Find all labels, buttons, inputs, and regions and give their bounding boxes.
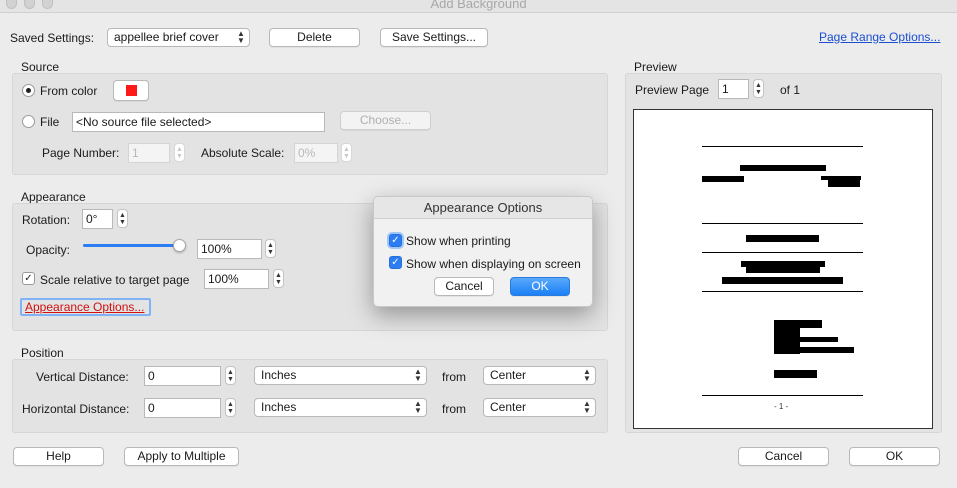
preview-page-canvas: - 1 - (633, 109, 933, 429)
help-button[interactable]: Help (13, 447, 104, 466)
chevron-updown-icon: ▲ ▼ (583, 367, 591, 383)
dialog-ok-button[interactable]: OK (510, 277, 570, 296)
position-section-label: Position (21, 346, 64, 360)
file-radio[interactable] (22, 115, 35, 128)
cancel-button[interactable]: Cancel (738, 447, 829, 466)
chevron-updown-icon: ▲ ▼ (237, 29, 245, 45)
save-settings-button[interactable]: Save Settings... (380, 28, 488, 47)
show-when-printing-label: Show when printing (406, 234, 511, 248)
ok-button[interactable]: OK (849, 447, 940, 466)
vertical-from-select[interactable]: Center ▲ ▼ (483, 366, 596, 385)
dialog-title: Appearance Options (374, 197, 592, 219)
apply-to-multiple-button[interactable]: Apply to Multiple (124, 447, 239, 466)
appearance-options-link[interactable]: Appearance Options... (25, 300, 144, 314)
title-bar: Add Background (0, 0, 957, 13)
delete-button[interactable]: Delete (269, 28, 360, 47)
rotation-field[interactable]: 0° (82, 209, 113, 229)
horizontal-from-value: Center (490, 400, 527, 414)
chevron-updown-icon: ▲ ▼ (583, 399, 591, 415)
chevron-updown-icon: ▲ ▼ (414, 367, 422, 383)
horizontal-unit-value: Inches (261, 400, 297, 414)
horizontal-distance-stepper-icon[interactable]: ▲ ▼ (225, 398, 236, 417)
show-on-screen-label: Show when displaying on screen (406, 257, 581, 271)
preview-page-field[interactable]: 1 (718, 79, 749, 99)
rotation-label: Rotation: (22, 213, 71, 227)
page-number-field[interactable]: 1 (128, 143, 170, 163)
source-section-label: Source (21, 60, 60, 74)
horizontal-distance-label: Horizontal Distance: (22, 402, 130, 416)
source-file-field[interactable]: <No source file selected> (72, 112, 325, 132)
opacity-slider-fill (83, 244, 180, 247)
from-color-radio[interactable] (22, 84, 35, 97)
vertical-distance-stepper-icon[interactable]: ▲ ▼ (225, 366, 236, 385)
choose-button[interactable]: Choose... (340, 111, 431, 130)
scale-relative-checkbox[interactable]: ✓ (22, 272, 35, 285)
rotation-stepper-icon[interactable]: ▲ ▼ (117, 209, 128, 228)
absolute-scale-label: Absolute Scale: (201, 146, 285, 160)
horizontal-from-label: from (442, 402, 466, 416)
absolute-scale-stepper-icon[interactable]: ▲ ▼ (341, 143, 352, 162)
preview-section-label: Preview (634, 60, 677, 74)
opacity-field[interactable]: 100% (197, 239, 262, 259)
preview-page-label: Preview Page (635, 83, 710, 97)
appearance-section-label: Appearance (21, 190, 86, 204)
saved-settings-select[interactable]: appellee brief cover ▲ ▼ (107, 28, 250, 47)
horizontal-from-select[interactable]: Center ▲ ▼ (483, 398, 596, 417)
opacity-stepper-icon[interactable]: ▲ ▼ (265, 239, 276, 258)
horizontal-distance-field[interactable]: 0 (144, 398, 221, 418)
vertical-unit-select[interactable]: Inches ▲ ▼ (254, 366, 427, 385)
preview-page-footer: - 1 - (774, 402, 789, 411)
scale-stepper-icon[interactable]: ▲ ▼ (273, 269, 284, 288)
appearance-options-dialog: Appearance Options ✓ Show when printing … (373, 196, 593, 307)
page-number-label: Page Number: (42, 146, 120, 160)
vertical-distance-field[interactable]: 0 (144, 366, 221, 386)
vertical-from-value: Center (490, 368, 527, 382)
page-range-options-link[interactable]: Page Range Options... (819, 30, 940, 44)
chevron-updown-icon: ▲ ▼ (414, 399, 422, 415)
show-when-printing-checkbox[interactable]: ✓ (389, 234, 402, 247)
opacity-label: Opacity: (26, 243, 71, 257)
color-swatch (126, 85, 137, 96)
opacity-slider-thumb[interactable] (173, 239, 186, 252)
vertical-unit-value: Inches (261, 368, 297, 382)
from-color-label: From color (40, 84, 98, 98)
opacity-slider-track[interactable] (83, 244, 180, 247)
absolute-scale-field[interactable]: 0% (294, 143, 338, 163)
scale-relative-label: Scale relative to target page (40, 273, 190, 287)
preview-of-label: of 1 (780, 83, 801, 97)
preview-page-stepper-icon[interactable]: ▲ ▼ (753, 79, 764, 98)
dialog-cancel-button[interactable]: Cancel (434, 277, 494, 296)
scale-field[interactable]: 100% (204, 269, 269, 289)
saved-settings-label: Saved Settings: (10, 31, 95, 45)
color-picker-button[interactable] (113, 80, 149, 101)
page-number-stepper-icon[interactable]: ▲ ▼ (174, 143, 185, 162)
window-title: Add Background (430, 0, 527, 11)
saved-settings-value: appellee brief cover (114, 30, 219, 44)
file-label: File (40, 115, 60, 129)
vertical-from-label: from (442, 370, 466, 384)
vertical-distance-label: Vertical Distance: (36, 370, 129, 384)
horizontal-unit-select[interactable]: Inches ▲ ▼ (254, 398, 427, 417)
show-on-screen-checkbox[interactable]: ✓ (389, 256, 402, 269)
